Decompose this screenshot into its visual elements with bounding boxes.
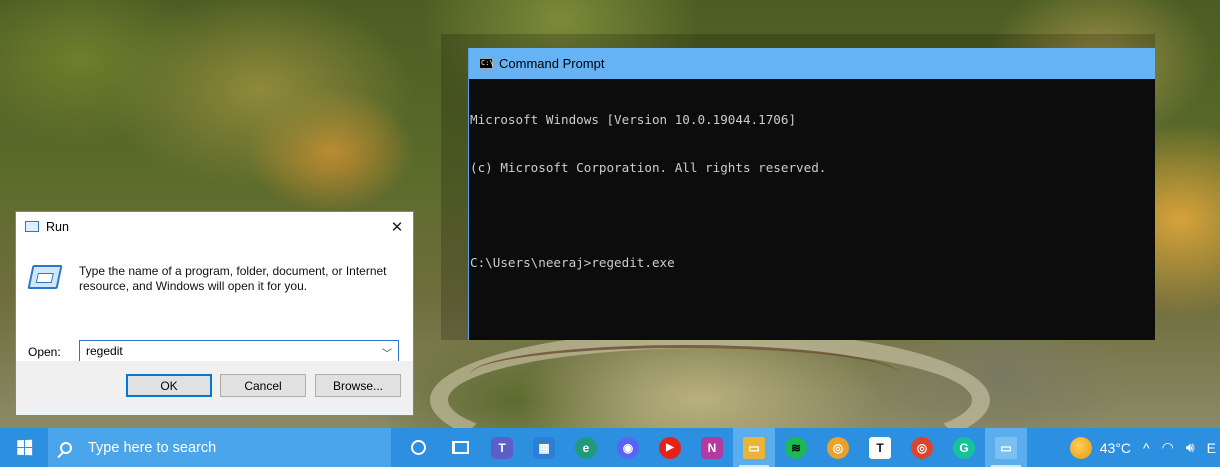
- chrome-profile-icon: ◎: [911, 436, 933, 459]
- chevron-up-icon: ^: [1143, 439, 1150, 456]
- taskbar-app-store[interactable]: ▦: [523, 428, 565, 467]
- cancel-button[interactable]: Cancel: [220, 374, 306, 397]
- microsoft-store-icon: ▦: [533, 436, 555, 459]
- run-dialog[interactable]: Run ✕ Type the name of a program, folder…: [15, 211, 414, 416]
- discord-icon: ◉: [617, 436, 639, 459]
- task-view-icon: [451, 441, 469, 454]
- taskbar: Type here to search T ▦ e ◉ ▶ N ▭ ≋ ◎ T …: [0, 428, 1220, 467]
- language-indicator: E: [1206, 439, 1216, 456]
- taskbar-app-edge[interactable]: e: [565, 428, 607, 467]
- run-content: Type the name of a program, folder, docu…: [16, 241, 413, 362]
- weather-widget[interactable]: 43°C: [1069, 436, 1132, 459]
- cmd-line-prompt: C:\Users\neeraj>regedit.exe: [470, 255, 675, 270]
- command-prompt-window[interactable]: C:\ Command Prompt Microsoft Windows [Ve…: [468, 48, 1155, 340]
- chrome-icon: ◎: [827, 436, 849, 459]
- browse-button[interactable]: Browse...: [315, 374, 401, 397]
- taskbar-search-box[interactable]: Type here to search: [48, 428, 391, 467]
- taskbar-app-spotify[interactable]: ≋: [775, 428, 817, 467]
- cmd-line-copyright: (c) Microsoft Corporation. All rights re…: [470, 160, 827, 175]
- open-input[interactable]: [80, 341, 370, 361]
- taskbar-app-chrome-profile[interactable]: ◎: [901, 428, 943, 467]
- windows-logo-icon: [16, 439, 32, 456]
- cmd-icon: C:\: [479, 58, 494, 69]
- taskbar-app-onenote[interactable]: N: [691, 428, 733, 467]
- open-label-text: Open:: [28, 345, 61, 359]
- start-button[interactable]: [0, 428, 48, 467]
- taskbar-app-remote-desktop[interactable]: ▭: [985, 428, 1027, 467]
- cmd-console[interactable]: Microsoft Windows [Version 10.0.19044.17…: [469, 79, 1155, 303]
- taskbar-app-youtube-music[interactable]: ▶: [649, 428, 691, 467]
- open-label: Open:: [28, 345, 61, 359]
- taskbar-app-chrome[interactable]: ◎: [817, 428, 859, 467]
- run-description: Type the name of a program, folder, docu…: [79, 264, 387, 293]
- cmd-line-version: Microsoft Windows [Version 10.0.19044.17…: [470, 112, 797, 127]
- spotify-icon: ≋: [785, 436, 807, 459]
- remote-desktop-icon: ▭: [995, 436, 1017, 459]
- taskbar-app-file-explorer[interactable]: ▭: [733, 428, 775, 467]
- grammarly-icon: G: [953, 436, 975, 459]
- youtube-music-icon: ▶: [659, 436, 681, 459]
- volume-icon: 🔊︎: [1185, 439, 1195, 455]
- wallpaper-fence: [470, 345, 900, 405]
- search-icon: [60, 441, 72, 454]
- taskbar-apps: T ▦ e ◉ ▶ N ▭ ≋ ◎ T ◎ G ▭: [397, 428, 1027, 467]
- language-button[interactable]: E: [1207, 440, 1216, 456]
- cortana-button[interactable]: [397, 428, 439, 467]
- weather-icon: [1069, 436, 1092, 459]
- close-icon[interactable]: ✕: [381, 212, 413, 241]
- chevron-down-icon[interactable]: ﹀: [382, 345, 392, 360]
- task-view-button[interactable]: [439, 428, 481, 467]
- volume-button[interactable]: 🔊︎: [1186, 439, 1195, 456]
- onenote-icon: N: [701, 436, 723, 459]
- run-app-icon: [25, 221, 39, 232]
- network-button[interactable]: ◠: [1162, 439, 1174, 456]
- tray-overflow-button[interactable]: ^: [1143, 440, 1150, 456]
- taskbar-app-typora[interactable]: T: [859, 428, 901, 467]
- system-tray: 43°C ^ ◠ 🔊︎ E: [1058, 428, 1220, 467]
- run-title: Run: [46, 219, 69, 234]
- teams-icon: T: [491, 436, 513, 459]
- temperature: 43°C: [1099, 439, 1132, 456]
- open-combobox[interactable]: ﹀: [79, 340, 399, 362]
- ok-button[interactable]: OK: [126, 374, 212, 397]
- run-footer: OK Cancel Browse...: [16, 361, 413, 415]
- file-explorer-icon: ▭: [743, 436, 765, 459]
- edge-icon: e: [575, 436, 597, 459]
- taskbar-app-grammarly[interactable]: G: [943, 428, 985, 467]
- wifi-icon: ◠: [1161, 439, 1174, 455]
- cortana-icon: [410, 440, 426, 455]
- taskbar-app-discord[interactable]: ◉: [607, 428, 649, 467]
- cmd-title: Command Prompt: [499, 56, 605, 71]
- typora-icon: T: [869, 436, 891, 459]
- search-placeholder: Type here to search: [88, 439, 217, 456]
- run-title-bar[interactable]: Run ✕: [16, 212, 413, 241]
- run-icon: [27, 265, 63, 289]
- taskbar-app-teams[interactable]: T: [481, 428, 523, 467]
- cmd-title-bar[interactable]: C:\ Command Prompt: [469, 48, 1155, 79]
